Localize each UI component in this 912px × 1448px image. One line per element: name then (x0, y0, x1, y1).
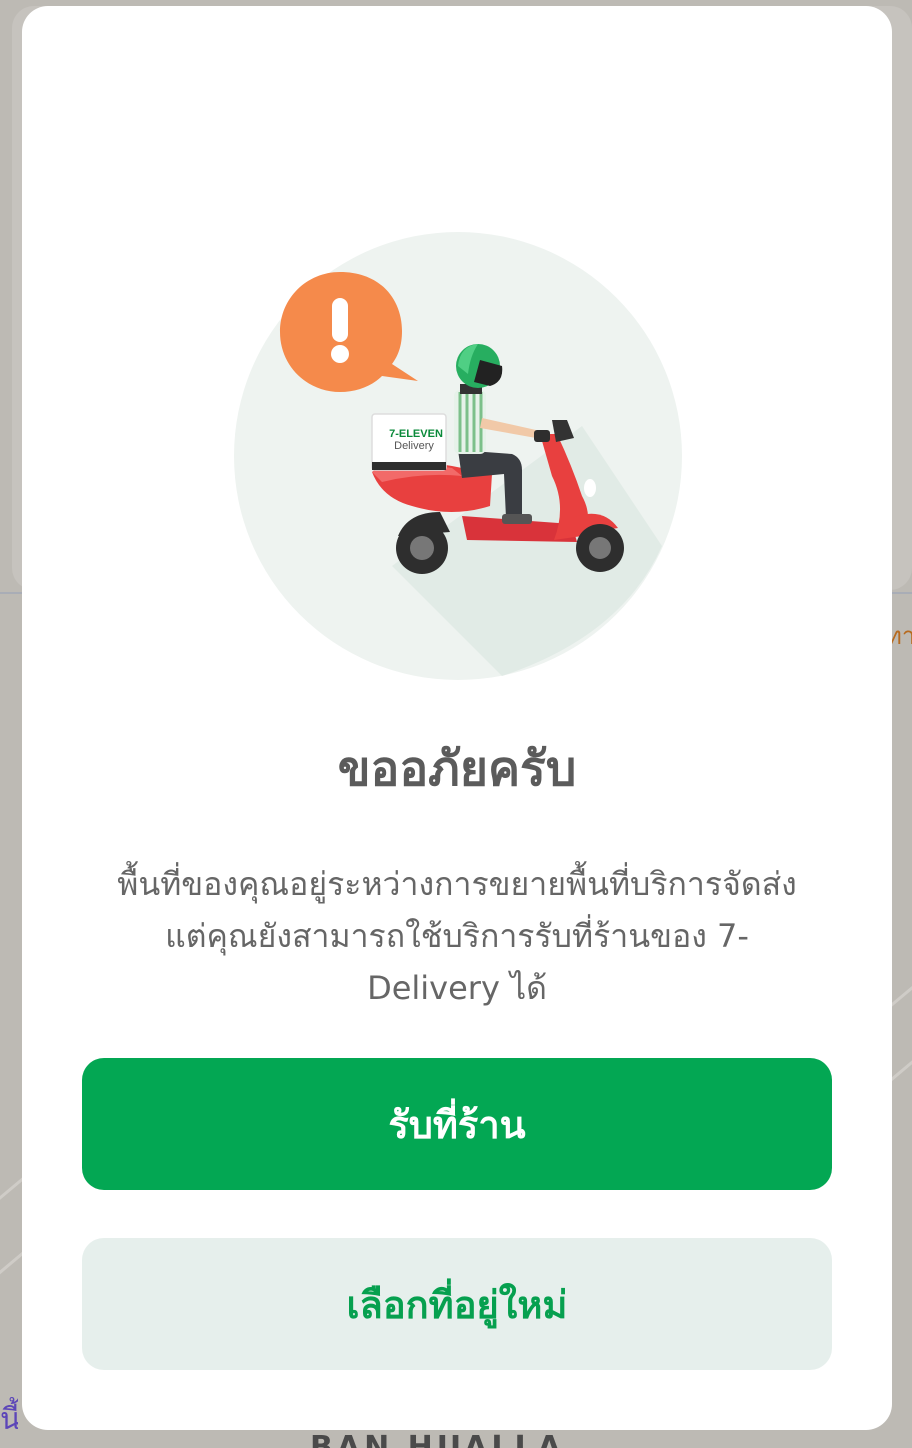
pickup-at-store-button[interactable]: รับที่ร้าน (82, 1058, 832, 1190)
description-line: พื้นที่ของคุณอยู่ระหว่างการขยายพื้นที่บร… (117, 865, 797, 903)
map-label: BAN HUALLA (310, 1430, 565, 1448)
description-line: แต่คุณยังสามารถใช้บริการรับที่ร้านของ 7- (165, 917, 749, 955)
delivery-scooter-illustration: 7-ELEVEN Delivery (234, 232, 682, 680)
dialog-title: ขออภัยครับ (337, 741, 577, 797)
box-label: Delivery (394, 440, 434, 452)
choose-new-address-button[interactable]: เลือกที่อยู่ใหม่ (82, 1238, 832, 1370)
dialog-description: พื้นที่ของคุณอยู่ระหว่างการขยายพื้นที่บร… (82, 858, 832, 1014)
box-brand: 7-ELEVEN (389, 428, 443, 440)
description-line: Delivery ได้ (367, 969, 547, 1007)
unavailable-area-dialog: 7-ELEVEN Delivery ขออภัยครับ พื้นที่ของค… (22, 6, 892, 1430)
map-label: นี้ (0, 1402, 18, 1437)
